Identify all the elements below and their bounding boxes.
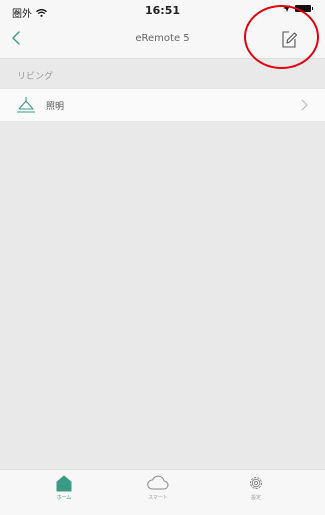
section-header: リビング: [0, 60, 325, 88]
list-item-label: 照明: [46, 102, 65, 112]
section-title: リビング: [17, 72, 54, 82]
gear-icon: [250, 477, 262, 489]
tab-home[interactable]: ホーム: [34, 474, 94, 512]
cloud-icon: [147, 475, 169, 490]
lamp-icon: [17, 97, 35, 113]
tab-bar: ホーム スマート 設定: [0, 469, 325, 515]
tab-settings[interactable]: 設定: [226, 474, 286, 512]
tab-settings-label: 設定: [250, 495, 261, 501]
tab-smart-label: スマート: [148, 495, 168, 501]
tab-home-label: ホーム: [56, 495, 72, 501]
tab-smart[interactable]: スマート: [128, 474, 188, 512]
chevron-right-icon: [301, 99, 308, 111]
home-icon: [56, 475, 72, 492]
list-item-lighting[interactable]: 照明: [0, 88, 325, 122]
